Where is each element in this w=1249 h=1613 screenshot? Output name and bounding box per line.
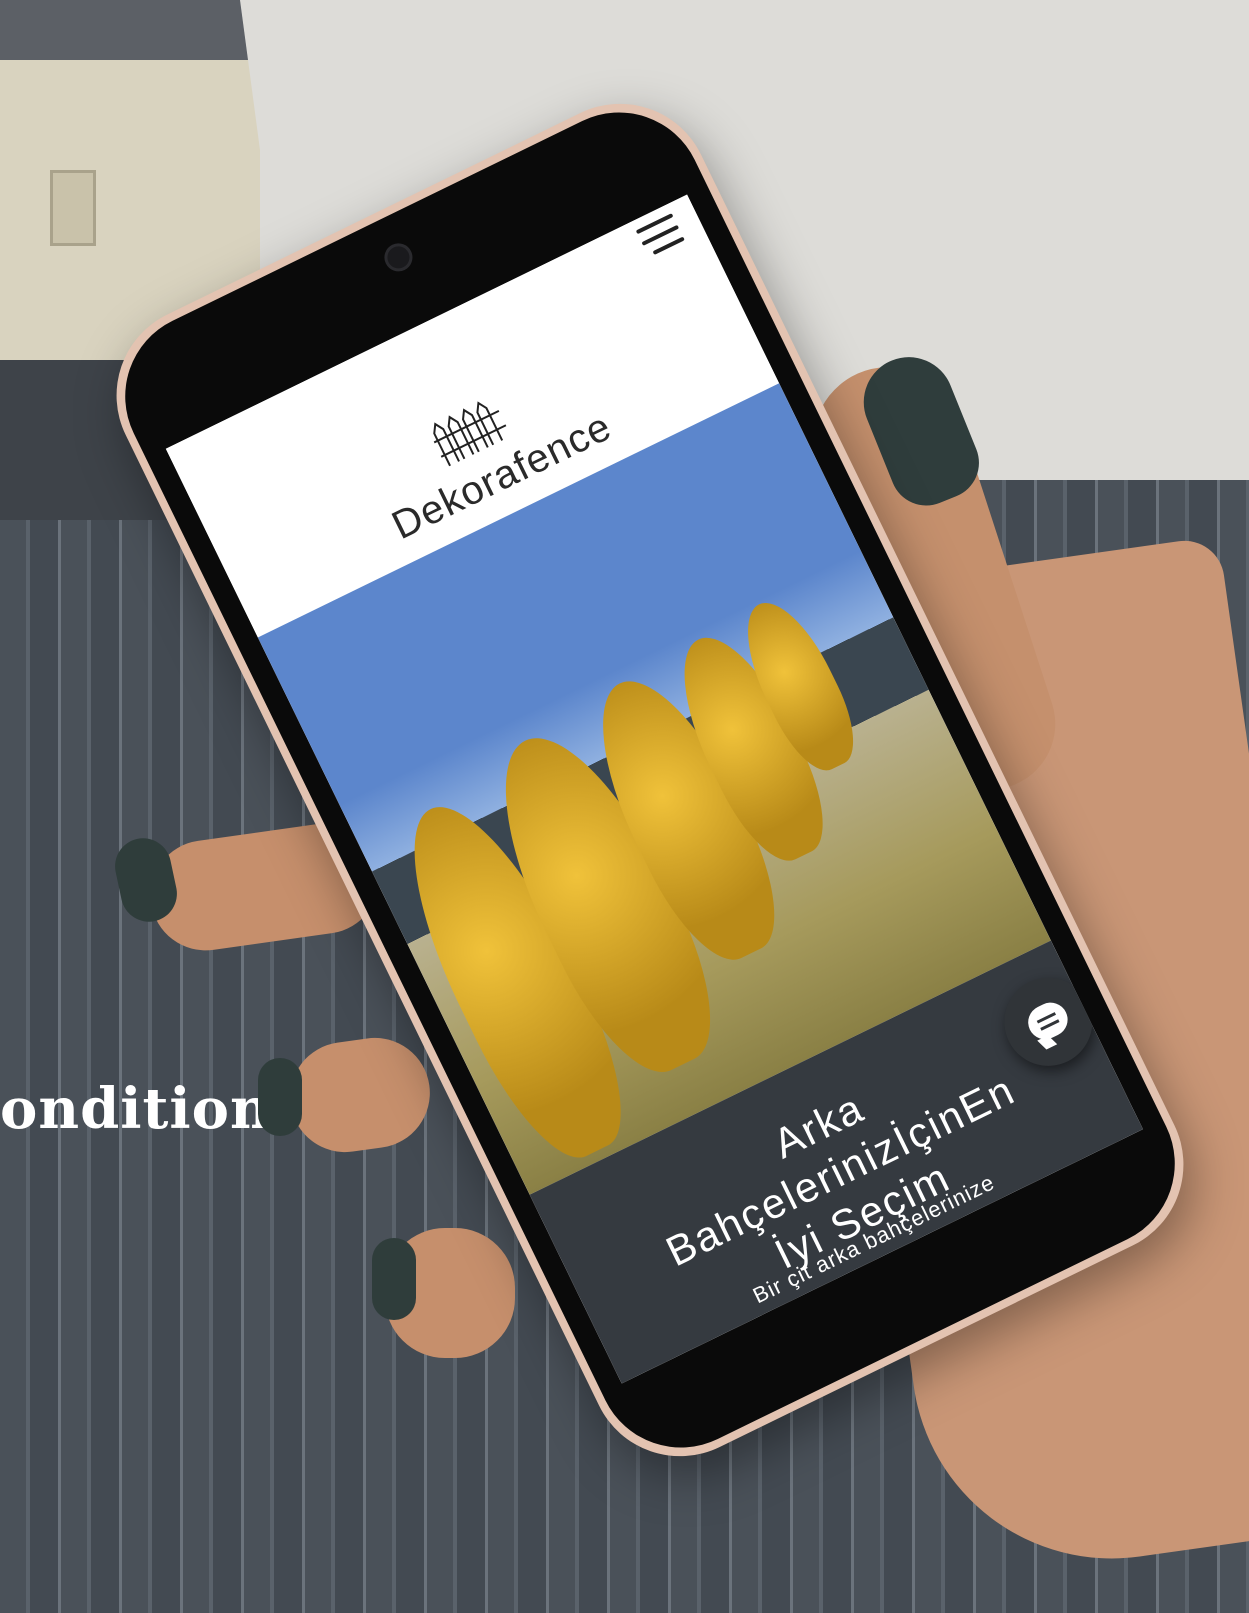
- fingernail: [372, 1238, 416, 1320]
- front-camera-icon: [379, 238, 418, 277]
- fingernail: [258, 1058, 302, 1136]
- photo-scene: onditions Dekorafence Arka Bahçelerinizİ…: [0, 0, 1249, 1613]
- chat-bubble-icon: [1022, 996, 1074, 1046]
- house-window: [50, 170, 96, 246]
- hamburger-menu-icon[interactable]: [635, 213, 687, 261]
